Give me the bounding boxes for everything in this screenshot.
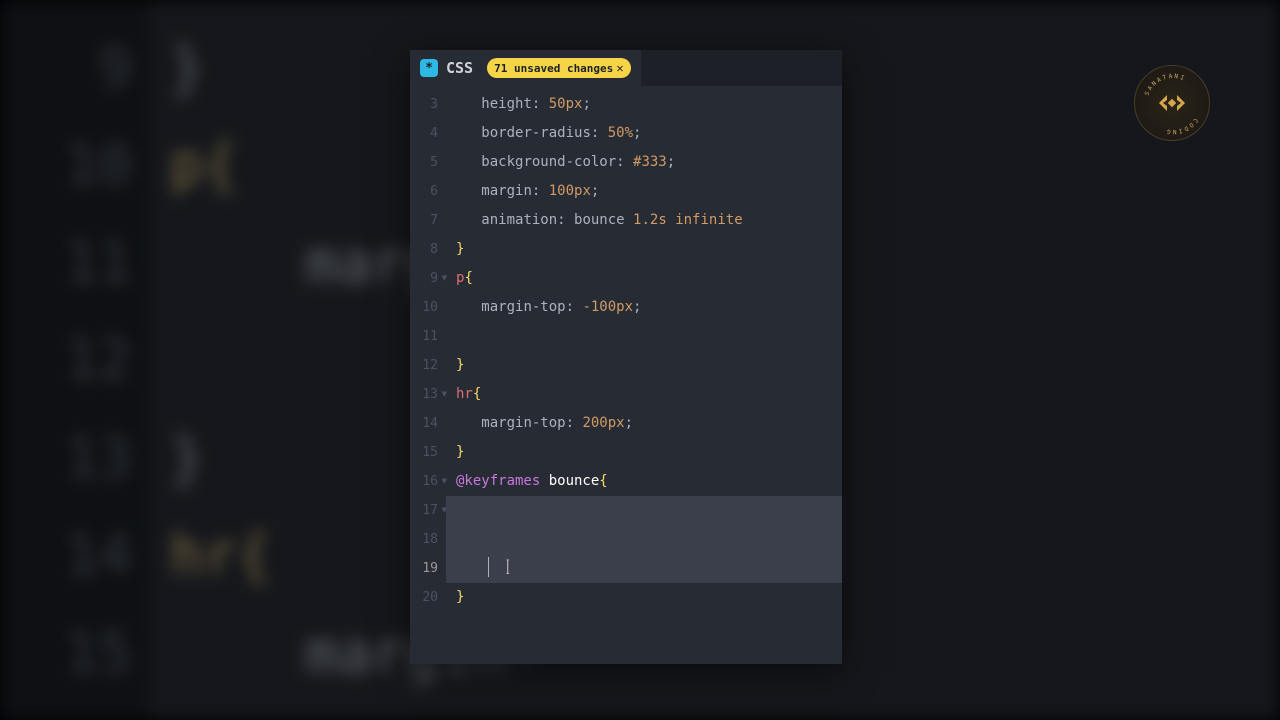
- tab-bar: * CSS 71 unsaved changes ✕: [410, 50, 842, 86]
- asterisk-icon: *: [420, 59, 438, 77]
- line-number[interactable]: 18: [410, 525, 446, 554]
- line-number[interactable]: 5: [410, 148, 446, 177]
- line-number[interactable]: 4: [410, 119, 446, 148]
- text-cursor: [488, 557, 489, 577]
- line-number[interactable]: 15: [410, 438, 446, 467]
- line-number[interactable]: 6: [410, 177, 446, 206]
- line-number[interactable]: 17▼: [410, 496, 446, 525]
- line-number[interactable]: 11: [410, 322, 446, 351]
- code-area[interactable]: height: 50px; border-radius: 50%; backgr…: [446, 86, 842, 664]
- line-number[interactable]: 8: [410, 235, 446, 264]
- unsaved-changes-badge[interactable]: 71 unsaved changes ✕: [487, 58, 630, 78]
- line-number[interactable]: 20: [410, 583, 446, 612]
- line-number[interactable]: 9▼: [410, 264, 446, 293]
- close-icon[interactable]: ✕: [616, 61, 623, 75]
- unsaved-count-text: 71 unsaved changes: [494, 62, 613, 75]
- line-number[interactable]: 7: [410, 206, 446, 235]
- i-beam-cursor-icon: I: [506, 554, 510, 580]
- line-number[interactable]: 10: [410, 293, 446, 322]
- editor-window: * CSS 71 unsaved changes ✕ 3 4 5 6 7 8 9…: [410, 50, 842, 664]
- line-number[interactable]: 14: [410, 409, 446, 438]
- line-number[interactable]: 12: [410, 351, 446, 380]
- editor-body: 3 4 5 6 7 8 9▼ 10 11 12 13▼ 14 15 16▼ 17…: [410, 86, 842, 664]
- line-number[interactable]: 19: [410, 554, 446, 583]
- svg-text:SANATANI: SANATANI: [1144, 73, 1187, 97]
- line-number[interactable]: 13▼: [410, 380, 446, 409]
- tab-label: CSS: [446, 59, 473, 77]
- line-number-gutter: 3 4 5 6 7 8 9▼ 10 11 12 13▼ 14 15 16▼ 17…: [410, 86, 446, 664]
- brand-logo: SANATANI CODING: [1134, 65, 1210, 141]
- svg-text:CODING: CODING: [1164, 117, 1199, 135]
- line-number[interactable]: 16▼: [410, 467, 446, 496]
- tab-css[interactable]: * CSS 71 unsaved changes ✕: [410, 50, 641, 86]
- line-number[interactable]: 3: [410, 90, 446, 119]
